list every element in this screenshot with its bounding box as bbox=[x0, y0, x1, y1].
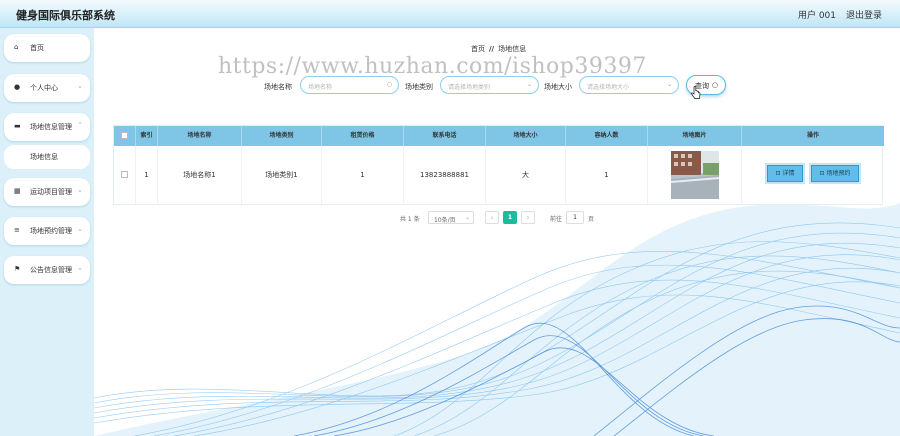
column-header-size[interactable]: 场地大小 bbox=[486, 126, 566, 146]
app-title: 健身国际俱乐部系统 bbox=[16, 9, 115, 22]
venue-name-placeholder: 场地名称 bbox=[308, 84, 333, 91]
column-header-image[interactable]: 场地图片 bbox=[648, 126, 742, 146]
sidebar-item-venue-management[interactable]: ▬ 场地信息管理 ⌃ bbox=[4, 113, 90, 141]
chevron-up-icon: ⌃ bbox=[77, 121, 83, 129]
column-header-actions: 操作 bbox=[806, 132, 819, 139]
select-all-checkbox[interactable] bbox=[121, 132, 128, 139]
table-header: 索引 场地名称 场地类别 租赁价格 联系电话 场地大小 容纳人数 场地图片 操作 bbox=[114, 126, 884, 146]
monitor-icon: ▬ bbox=[14, 122, 21, 130]
table-row: 1 场地名称1 场地类别1 1 13823888881 大 1 ⊡ 详情 ⊡ 场… bbox=[114, 146, 884, 204]
chevron-down-icon: ⌄ bbox=[464, 214, 470, 221]
venue-size-label: 场地大小 bbox=[544, 83, 572, 91]
logout-link[interactable]: 退出登录 bbox=[846, 8, 882, 21]
row-checkbox[interactable] bbox=[121, 171, 128, 178]
chevron-down-icon: ⌄ bbox=[77, 186, 83, 194]
venue-table: 索引 场地名称 场地类别 租赁价格 联系电话 场地大小 容纳人数 场地图片 操作… bbox=[113, 125, 884, 205]
sidebar-item-label: 首页 bbox=[30, 44, 44, 52]
sidebar-item-label: 公告信息管理 bbox=[30, 266, 72, 274]
column-header-capacity[interactable]: 容纳人数 bbox=[566, 126, 648, 146]
breadcrumb-separator: // bbox=[489, 45, 495, 53]
watermark-text: https://www.huzhan.com/ishop39397 bbox=[218, 54, 647, 79]
cell-index: 1 bbox=[136, 146, 158, 204]
home-icon: ⌂ bbox=[14, 43, 19, 51]
breadcrumb: 首页 //场地信息 bbox=[471, 44, 526, 54]
sidebar-subitem-label: 场地信息 bbox=[30, 153, 58, 161]
cell-size: 大 bbox=[486, 146, 566, 204]
page-size-value: 10条/页 bbox=[434, 217, 456, 224]
goto-page-input[interactable]: 1 bbox=[566, 211, 584, 224]
column-header-phone[interactable]: 联系电话 bbox=[404, 126, 486, 146]
goto-label: 前往 bbox=[550, 216, 563, 223]
sidebar-item-profile[interactable]: ● 个人中心 ⌄ bbox=[4, 74, 90, 102]
cell-price: 1 bbox=[322, 146, 404, 204]
venue-type-placeholder: 请选择场地类别 bbox=[448, 84, 491, 91]
venue-name-label: 场地名称 bbox=[264, 83, 292, 91]
cell-type: 场地类别1 bbox=[242, 146, 322, 204]
select-all-cell bbox=[114, 126, 136, 146]
sidebar-item-label: 个人中心 bbox=[30, 84, 58, 92]
page-unit-label: 页 bbox=[588, 216, 595, 223]
sidebar: ⌂ 首页 ● 个人中心 ⌄ ▬ 场地信息管理 ⌃ 场地信息 ▦ 运动项目管理 ⌄… bbox=[0, 28, 94, 436]
page-number-current[interactable]: 1 bbox=[503, 211, 517, 224]
book-venue-button-label: 场地预约 bbox=[826, 170, 851, 177]
grid-icon: ▦ bbox=[14, 187, 21, 195]
chevron-down-icon: ⌄ bbox=[77, 264, 83, 272]
sidebar-item-home[interactable]: ⌂ 首页 bbox=[4, 34, 90, 62]
cell-phone: 13823888881 bbox=[404, 146, 486, 204]
column-header-index[interactable]: 索引 bbox=[136, 126, 158, 146]
chevron-down-icon: ⌄ bbox=[77, 82, 83, 90]
search-icon: ○ bbox=[711, 81, 718, 89]
breadcrumb-home[interactable]: 首页 bbox=[471, 45, 485, 53]
row-select-cell bbox=[114, 146, 136, 204]
venue-type-select[interactable]: 请选择场地类别 ⌄ bbox=[440, 76, 539, 94]
venue-name-input[interactable]: 场地名称 ○ bbox=[300, 76, 399, 94]
chevron-right-icon: › bbox=[526, 213, 530, 222]
column-header-type[interactable]: 场地类别 bbox=[242, 126, 322, 146]
current-user[interactable]: 用户 001 bbox=[798, 8, 836, 21]
chevron-down-icon: ⌄ bbox=[526, 81, 532, 88]
venue-size-placeholder: 请选择场地大小 bbox=[587, 84, 630, 91]
prev-page-button[interactable]: ‹ bbox=[485, 211, 499, 224]
sidebar-subitem-venue-info[interactable]: 场地信息 bbox=[4, 145, 90, 169]
cell-name: 场地名称1 bbox=[158, 146, 242, 204]
detail-button-label: 详情 bbox=[782, 170, 795, 177]
chevron-left-icon: ‹ bbox=[490, 213, 494, 222]
cell-capacity: 1 bbox=[566, 146, 648, 204]
breadcrumb-current: 场地信息 bbox=[498, 45, 527, 53]
venue-type-label: 场地类别 bbox=[405, 83, 433, 91]
chevron-down-icon: ⌄ bbox=[666, 81, 672, 88]
venue-size-select[interactable]: 请选择场地大小 ⌄ bbox=[579, 76, 679, 94]
flag-icon: ⚑ bbox=[14, 265, 21, 273]
sidebar-item-sports-management[interactable]: ▦ 运动项目管理 ⌄ bbox=[4, 178, 90, 206]
sliders-icon: ≡ bbox=[14, 226, 20, 234]
sidebar-item-notice-management[interactable]: ⚑ 公告信息管理 ⌄ bbox=[4, 256, 90, 284]
book-venue-button[interactable]: ⊡ 场地预约 bbox=[811, 165, 859, 182]
chevron-down-icon: ⌄ bbox=[77, 225, 83, 233]
top-bar: 健身国际俱乐部系统 用户 001 退出登录 bbox=[0, 0, 900, 28]
sidebar-item-label: 运动项目管理 bbox=[30, 188, 72, 196]
main-content: 首页 //场地信息 https://www.huzhan.com/ishop393… bbox=[94, 28, 900, 436]
pagination-total: 共 1 条 bbox=[400, 216, 420, 223]
column-header-name[interactable]: 场地名称 bbox=[158, 126, 242, 146]
next-page-button[interactable]: › bbox=[521, 211, 535, 224]
column-header-price[interactable]: 租赁价格 bbox=[322, 126, 404, 146]
detail-button[interactable]: ⊡ 详情 bbox=[767, 165, 803, 182]
sidebar-item-booking-management[interactable]: ≡ 场地预约管理 ⌄ bbox=[4, 217, 90, 245]
sidebar-item-label: 场地信息管理 bbox=[30, 123, 72, 131]
sidebar-item-label: 场地预约管理 bbox=[30, 227, 72, 235]
venue-thumbnail[interactable] bbox=[671, 151, 719, 199]
page-size-select[interactable]: 10条/页 ⌄ bbox=[428, 211, 474, 224]
hand-cursor-icon bbox=[691, 86, 701, 99]
search-icon: ○ bbox=[386, 81, 392, 88]
user-icon: ● bbox=[14, 83, 21, 91]
